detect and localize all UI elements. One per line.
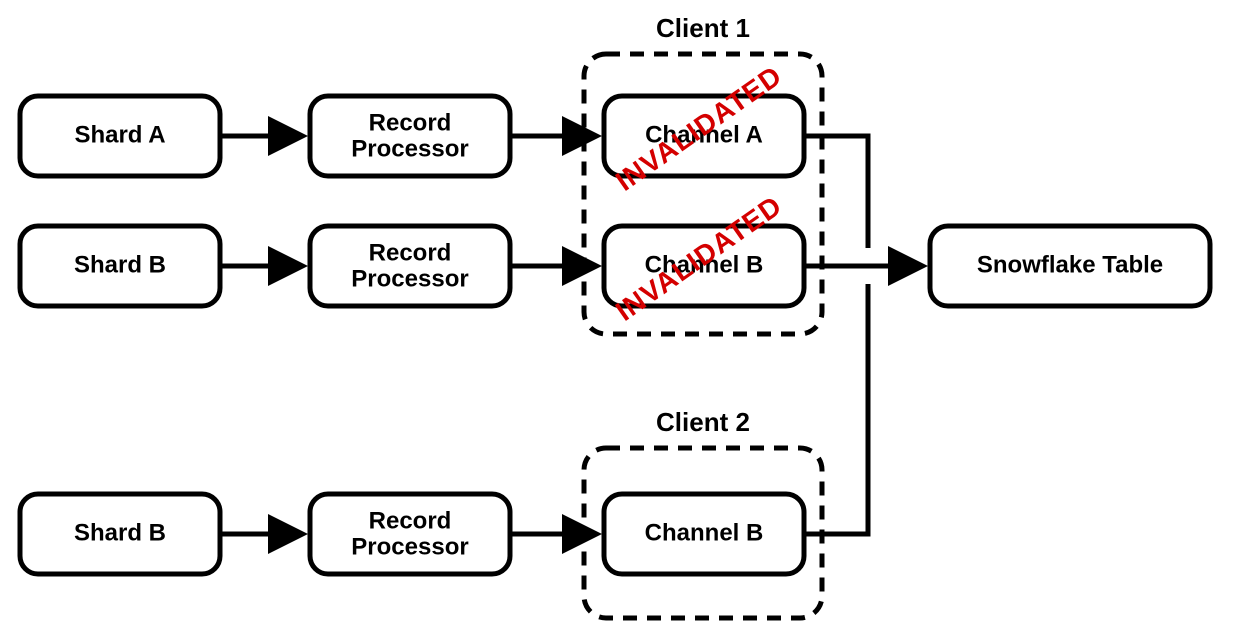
record-processor-b-label2: Processor	[351, 265, 468, 292]
client2-title: Client 2	[656, 407, 750, 437]
channel-b2-label: Channel B	[645, 519, 764, 546]
arrow-chB2-bus	[804, 284, 868, 534]
record-processor-a-label2: Processor	[351, 135, 468, 162]
shard-b1-label: Shard B	[74, 251, 166, 278]
shard-a-label: Shard A	[74, 121, 165, 148]
shard-b2-label: Shard B	[74, 519, 166, 546]
client1-title: Client 1	[656, 13, 750, 43]
snowflake-table-label: Snowflake Table	[977, 251, 1163, 278]
record-processor-c-label2: Processor	[351, 533, 468, 560]
record-processor-b-label1: Record	[369, 239, 452, 266]
arrow-chA-bus	[804, 136, 868, 248]
record-processor-c-label1: Record	[369, 507, 452, 534]
record-processor-a-label1: Record	[369, 109, 452, 136]
